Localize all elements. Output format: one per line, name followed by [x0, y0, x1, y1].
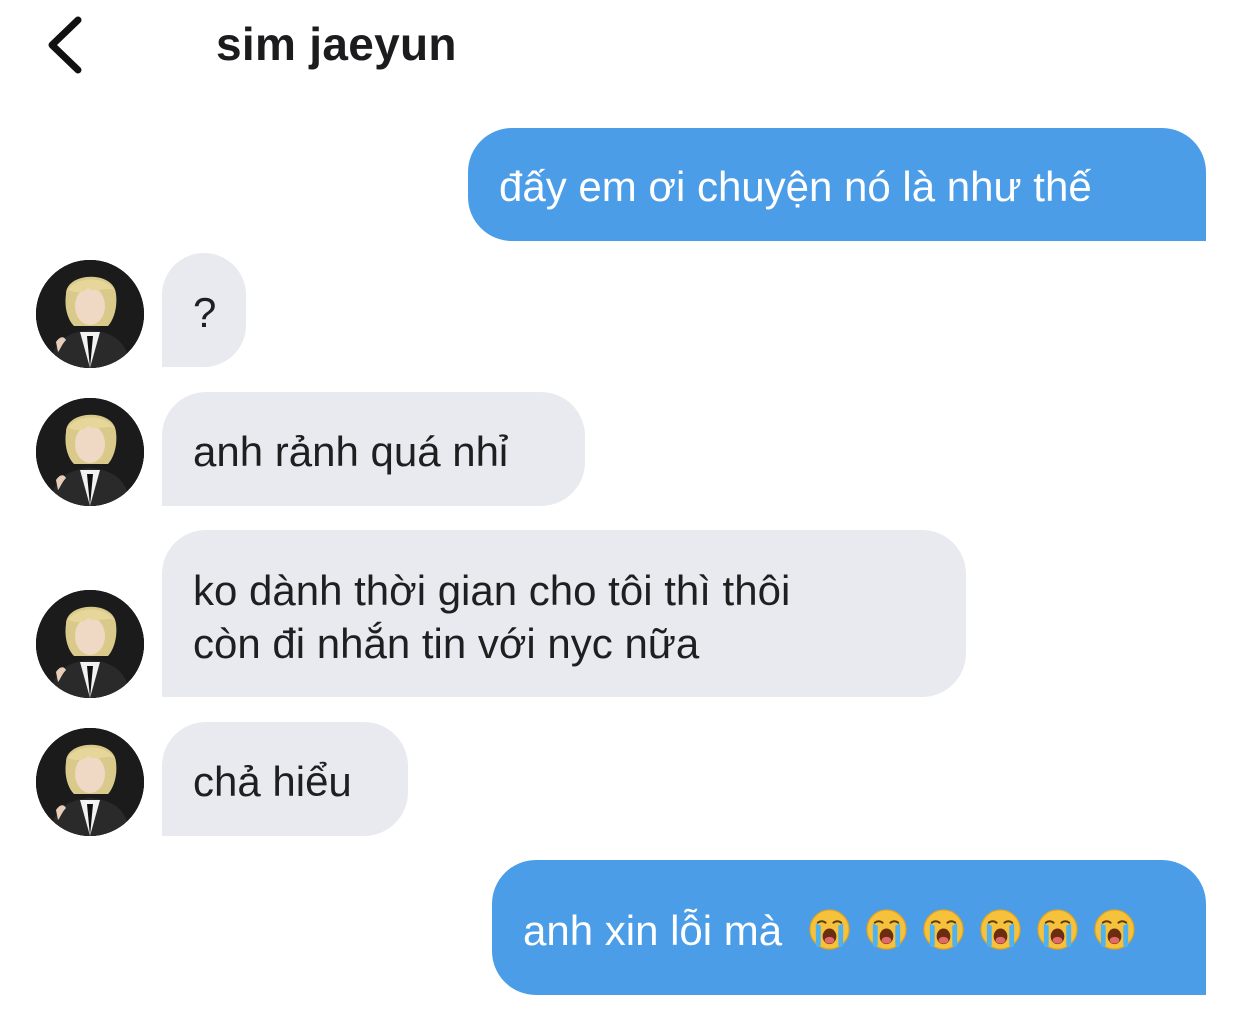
message-text: đấy em ơi chuyện nó là như thế	[499, 163, 1092, 210]
message-text-line: ko dành thời gian cho tôi thì thôi	[193, 567, 791, 614]
back-button[interactable]	[38, 12, 98, 78]
message-bubble-incoming[interactable]: ?	[162, 253, 246, 367]
message-text: chả hiểu	[193, 758, 352, 805]
loudly-crying-face-icon	[1036, 908, 1079, 951]
avatar[interactable]	[36, 260, 144, 368]
loudly-crying-face-icon	[979, 908, 1022, 951]
conversation-header: sim jaeyun	[0, 0, 1242, 90]
message-bubble-incoming[interactable]: chả hiểu	[162, 722, 408, 836]
chevron-left-icon	[38, 12, 98, 78]
message-bubble-outgoing[interactable]: anh xin lỗi mà	[492, 860, 1206, 995]
loudly-crying-face-icon	[865, 908, 908, 951]
loudly-crying-face-icon	[922, 908, 965, 951]
message-text: ?	[193, 289, 217, 336]
message-bubble-incoming[interactable]: ko dành thời gian cho tôi thì thôi còn đ…	[162, 530, 966, 697]
avatar[interactable]	[36, 398, 144, 506]
loudly-crying-face-icon	[1093, 908, 1136, 951]
avatar[interactable]	[36, 728, 144, 836]
message-bubble-outgoing[interactable]: đấy em ơi chuyện nó là như thế	[468, 128, 1206, 241]
message-text: anh rảnh quá nhỉ	[193, 428, 509, 475]
message-text: anh xin lỗi mà	[523, 907, 783, 954]
conversation-title: sim jaeyun	[216, 18, 457, 70]
avatar[interactable]	[36, 590, 144, 698]
message-text-line: còn đi nhắn tin với nyc nữa	[193, 620, 700, 667]
loudly-crying-face-icon	[808, 908, 851, 951]
message-bubble-incoming[interactable]: anh rảnh quá nhỉ	[162, 392, 585, 506]
